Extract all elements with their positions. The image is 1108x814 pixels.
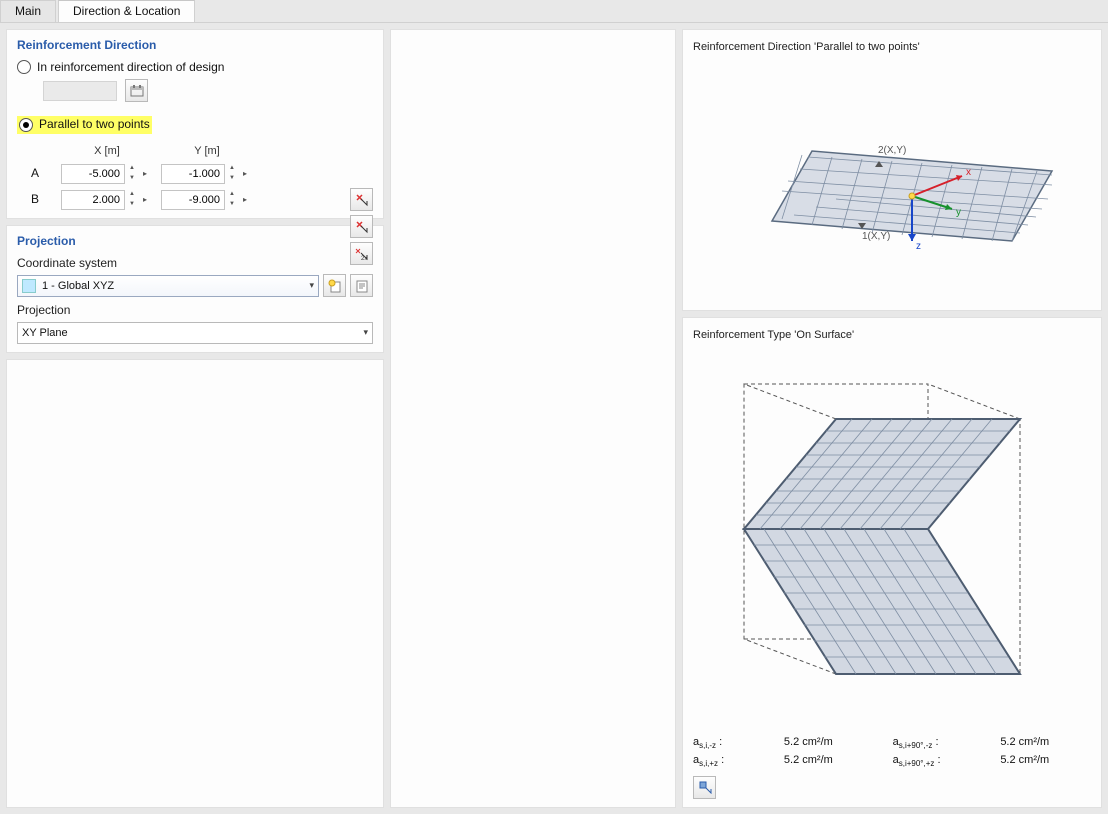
pick-two-points-button[interactable]: 2x: [350, 242, 373, 265]
projection-value: XY Plane: [22, 326, 68, 340]
preview-settings-button[interactable]: [693, 776, 716, 799]
svg-text:z: z: [916, 241, 921, 252]
cs-color-swatch: [22, 279, 36, 293]
preview-direction-diagram: x y z 1(X,Y) 2(X,Y): [712, 91, 1072, 271]
preview-direction-title: Reinforcement Direction 'Parallel to two…: [693, 40, 1091, 54]
bx-menu[interactable]: ▸: [140, 195, 150, 205]
svg-text:y: y: [956, 207, 961, 218]
section-title-projection: Projection: [17, 234, 373, 250]
radio-parallel[interactable]: [19, 118, 33, 132]
header-y: Y [m]: [161, 144, 253, 158]
panel-reinforcement-direction: Reinforcement Direction In reinforcement…: [6, 29, 384, 219]
ax-menu[interactable]: ▸: [140, 169, 150, 179]
svg-text:2(X,Y): 2(X,Y): [878, 145, 906, 156]
radio-design[interactable]: [17, 60, 31, 74]
cs-new-button[interactable]: [323, 274, 346, 297]
reinforcement-values: as,i,-z : 5.2 cm²/m as,i+90°,-z : 5.2 cm…: [693, 735, 1091, 770]
chevron-down-icon: ▾: [363, 327, 368, 339]
svg-text:x: x: [966, 167, 971, 178]
spinner-ax: ▲▼▸: [61, 164, 153, 184]
pick-point-icon: [355, 220, 369, 234]
edit-icon: [355, 279, 369, 293]
ay-down[interactable]: ▼: [226, 174, 238, 184]
panel-preview-direction: Reinforcement Direction 'Parallel to two…: [682, 29, 1102, 311]
panel-preview-type: Reinforcement Type 'On Surface': [682, 317, 1102, 808]
svg-text:1(X,Y): 1(X,Y): [862, 231, 890, 242]
calendar-icon: [130, 85, 144, 97]
ax-up[interactable]: ▲: [126, 164, 138, 174]
header-x: X [m]: [61, 144, 153, 158]
input-ax[interactable]: [61, 164, 125, 184]
label-coordinate-system: Coordinate system: [17, 256, 373, 272]
panel-projection: Projection Coordinate system 1 - Global …: [6, 225, 384, 353]
input-bx[interactable]: [61, 190, 125, 210]
pick-two-points-icon: 2x: [355, 247, 369, 261]
pick-point-b-button[interactable]: [350, 215, 373, 238]
ay-up[interactable]: ▲: [226, 164, 238, 174]
by-down[interactable]: ▼: [226, 200, 238, 210]
spinner-by: ▲▼▸: [161, 190, 253, 210]
ax-down[interactable]: ▼: [126, 174, 138, 184]
combo-coordinate-system[interactable]: 1 - Global XYZ ▾: [17, 275, 319, 297]
spinner-bx: ▲▼▸: [61, 190, 153, 210]
radio-parallel-label: Parallel to two points: [39, 117, 150, 133]
pick-point-icon: [355, 193, 369, 207]
panel-blank: [6, 359, 384, 808]
row-label-b: B: [31, 192, 53, 208]
tab-main[interactable]: Main: [0, 0, 56, 22]
radio-row-parallel[interactable]: Parallel to two points: [17, 116, 152, 134]
cs-value: 1 - Global XYZ: [42, 279, 114, 293]
configure-icon: [698, 780, 712, 794]
input-ay[interactable]: [161, 164, 225, 184]
pick-point-a-button[interactable]: [350, 188, 373, 211]
ay-menu[interactable]: ▸: [240, 169, 250, 179]
cs-edit-button[interactable]: [350, 274, 373, 297]
section-title-direction: Reinforcement Direction: [17, 38, 373, 54]
new-icon: [328, 279, 342, 293]
bx-down[interactable]: ▼: [126, 200, 138, 210]
bx-up[interactable]: ▲: [126, 190, 138, 200]
preview-type-diagram: [732, 349, 1052, 729]
input-by[interactable]: [161, 190, 225, 210]
tab-strip: Main Direction & Location: [0, 0, 1108, 23]
combo-projection[interactable]: XY Plane ▾: [17, 322, 373, 344]
radio-row-design: In reinforcement direction of design: [17, 60, 373, 76]
tab-direction-location[interactable]: Direction & Location: [58, 0, 195, 22]
preview-type-title: Reinforcement Type 'On Surface': [693, 328, 1091, 342]
row-label-a: A: [31, 166, 53, 182]
radio-design-label: In reinforcement direction of design: [37, 60, 224, 76]
design-lookup-button[interactable]: [125, 79, 148, 102]
app-root: Main Direction & Location Reinforcement …: [0, 0, 1108, 814]
svg-text:2x: 2x: [361, 256, 367, 261]
by-up[interactable]: ▲: [226, 190, 238, 200]
design-disabled-field: [43, 81, 117, 101]
chevron-down-icon: ▾: [309, 280, 314, 292]
by-menu[interactable]: ▸: [240, 195, 250, 205]
label-projection: Projection: [17, 303, 373, 319]
spinner-ay: ▲▼▸: [161, 164, 253, 184]
column-middle: [390, 29, 676, 808]
